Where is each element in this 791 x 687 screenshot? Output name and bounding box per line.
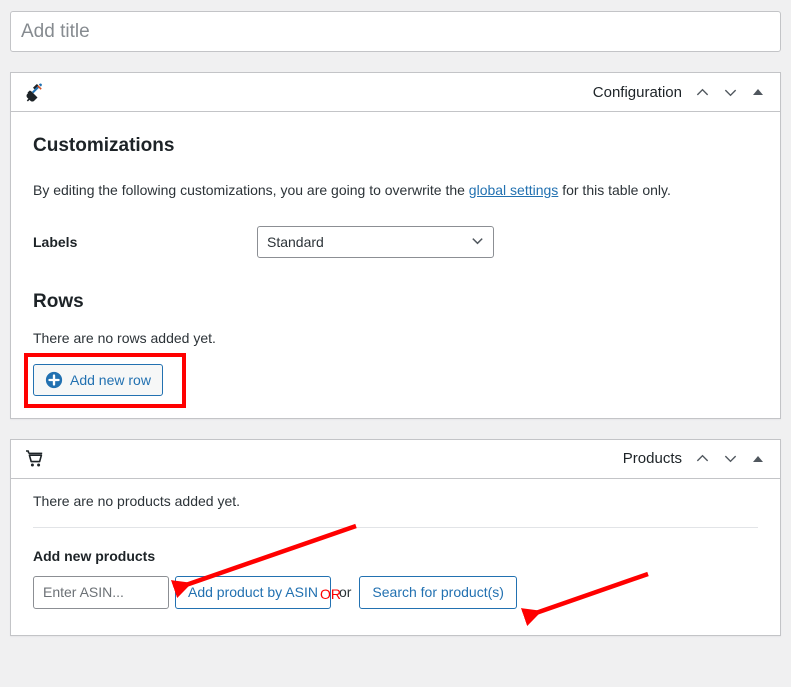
add-product-by-asin-button[interactable]: Add product by ASIN xyxy=(175,575,331,609)
toggle-panel-button[interactable] xyxy=(744,77,772,107)
add-new-row-label: Add new row xyxy=(70,371,151,388)
move-down-button[interactable] xyxy=(716,444,744,474)
plus-circle-icon xyxy=(45,371,63,389)
products-panel-title: Products xyxy=(622,450,682,468)
asin-input[interactable] xyxy=(33,575,169,609)
configuration-panel-body: Customizations By editing the following … xyxy=(11,112,780,418)
customizations-heading: Customizations xyxy=(33,135,175,156)
rows-heading: Rows xyxy=(33,290,84,312)
products-panel-body: There are no products added yet. Add new… xyxy=(11,479,780,635)
chevron-up-icon xyxy=(696,454,708,462)
chevron-down-icon xyxy=(724,89,736,96)
products-panel-header: Products xyxy=(11,440,780,479)
move-down-button[interactable] xyxy=(716,77,744,107)
configuration-panel-title: Configuration xyxy=(592,83,682,101)
add-new-products-label: Add new products xyxy=(33,547,156,564)
move-up-button[interactable] xyxy=(688,77,716,107)
add-new-row-button[interactable]: Add new row xyxy=(33,363,163,396)
labels-field-row: Labels Standard xyxy=(33,225,758,258)
toggle-panel-button[interactable] xyxy=(744,444,772,474)
cart-icon xyxy=(23,447,47,471)
search-for-products-button[interactable]: Search for product(s) xyxy=(359,575,517,609)
configuration-panel: Configuration Customizations By editing … xyxy=(10,72,781,419)
chevron-down-icon xyxy=(724,455,736,463)
triangle-up-icon xyxy=(753,89,763,95)
add-new-row-wrapper: Add new row xyxy=(24,352,186,408)
labels-select[interactable]: Standard xyxy=(257,225,494,258)
title-field-wrapper xyxy=(0,0,791,52)
add-products-controls: Add product by ASIN or Search for produc… xyxy=(33,575,758,609)
global-settings-link[interactable]: global settings xyxy=(469,182,559,198)
move-up-button[interactable] xyxy=(688,444,716,474)
labels-field-label: Labels xyxy=(33,233,78,250)
products-empty-message: There are no products added yet. xyxy=(33,492,241,509)
description-text-after: for this table only. xyxy=(558,181,671,198)
description-text-before: By editing the following customizations,… xyxy=(33,181,469,198)
triangle-up-icon xyxy=(753,455,763,462)
products-panel: Products There are no products added yet… xyxy=(10,438,781,636)
post-title-input[interactable] xyxy=(10,11,781,52)
customizations-description: By editing the following customizations,… xyxy=(33,180,758,201)
plugin-plug-icon xyxy=(23,80,47,104)
section-divider xyxy=(33,526,758,528)
configuration-panel-header: Configuration xyxy=(11,73,780,112)
annotation-or-label: OR xyxy=(320,586,341,602)
labels-select-wrapper: Standard xyxy=(257,225,494,258)
chevron-up-icon xyxy=(696,88,708,95)
rows-empty-message: There are no rows added yet. xyxy=(33,329,216,346)
